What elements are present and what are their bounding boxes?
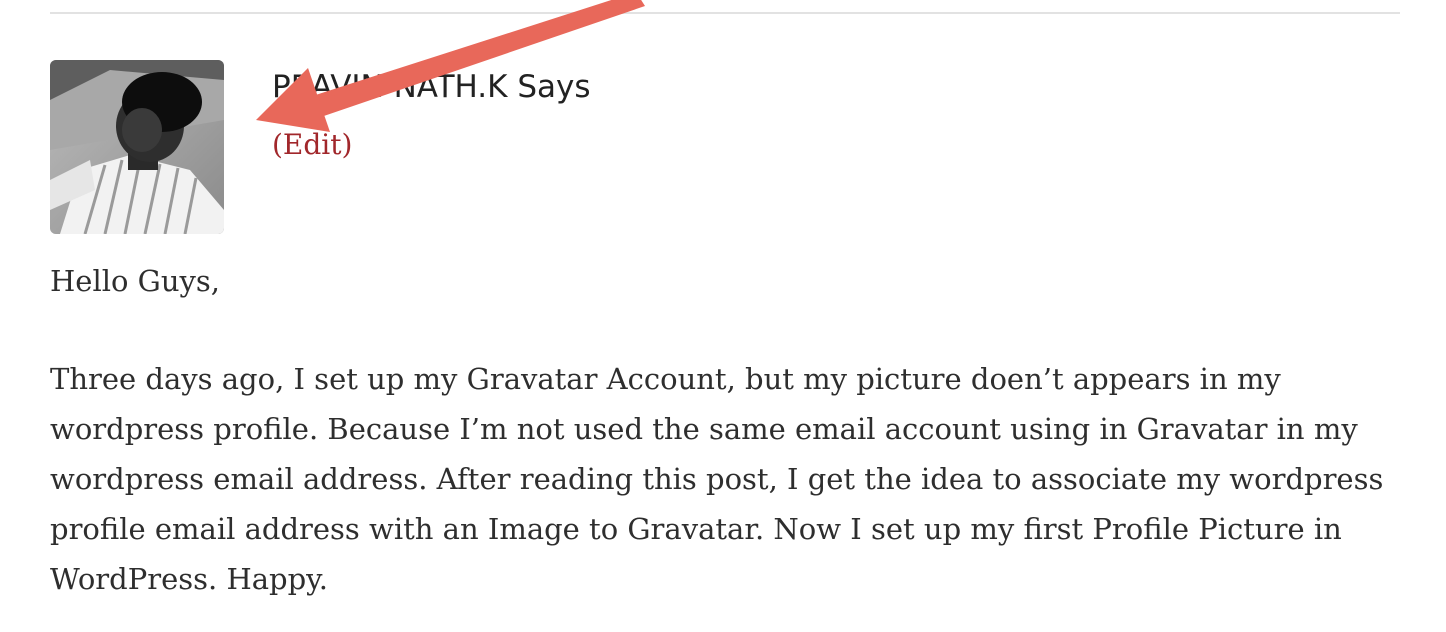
comment-greeting: Hello Guys, — [50, 264, 221, 298]
avatar-photo — [50, 60, 224, 234]
comment-text: Three days ago, I set up my Gravatar Acc… — [50, 362, 1384, 596]
comment-author: PRAVIN NATH.K Says — [272, 69, 591, 105]
comment-meta: PRAVIN NATH.K Says (Edit) — [272, 68, 591, 162]
edit-link[interactable]: (Edit) — [272, 128, 352, 162]
top-divider — [50, 12, 1400, 14]
comment-body: Hello Guys, Three days ago, I set up my … — [50, 256, 1400, 604]
avatar[interactable] — [50, 60, 224, 234]
